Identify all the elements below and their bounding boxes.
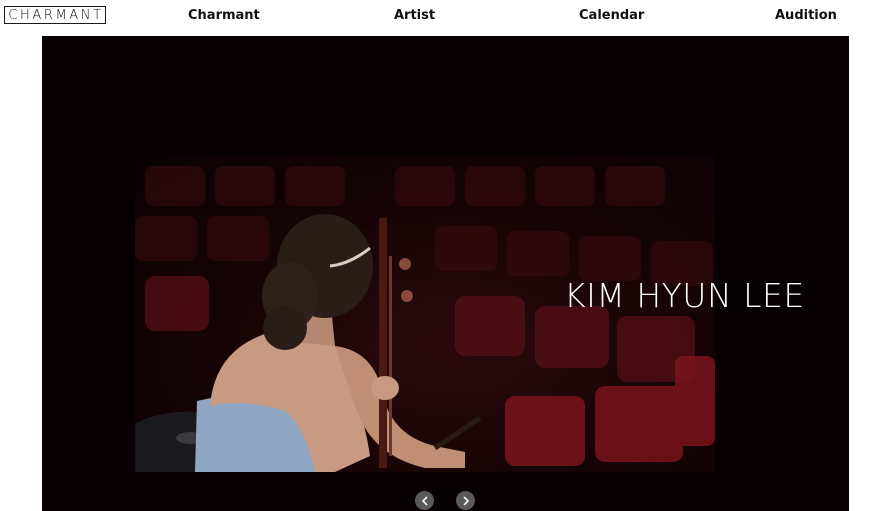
top-navigation: CHARMANT Charmant Artist Calendar Auditi… — [0, 0, 876, 34]
nav-link-artist[interactable]: Artist — [394, 9, 435, 22]
chevron-left-icon — [421, 495, 429, 506]
charmant-logo[interactable]: CHARMANT — [4, 6, 106, 24]
slider-prev-button[interactable] — [415, 491, 434, 510]
hero-title: KIM HYUN LEE — [564, 276, 805, 315]
nav-link-charmant[interactable]: Charmant — [188, 9, 260, 22]
slider-next-button[interactable] — [456, 491, 475, 510]
logo-text: CHARMANT — [8, 7, 104, 23]
nav-link-audition[interactable]: Audition — [775, 9, 837, 22]
page: CHARMANT Charmant Artist Calendar Auditi… — [0, 0, 876, 511]
chevron-right-icon — [462, 495, 470, 506]
hero-slider: KIM HYUN LEE — [42, 36, 849, 511]
nav-link-calendar[interactable]: Calendar — [579, 9, 644, 22]
